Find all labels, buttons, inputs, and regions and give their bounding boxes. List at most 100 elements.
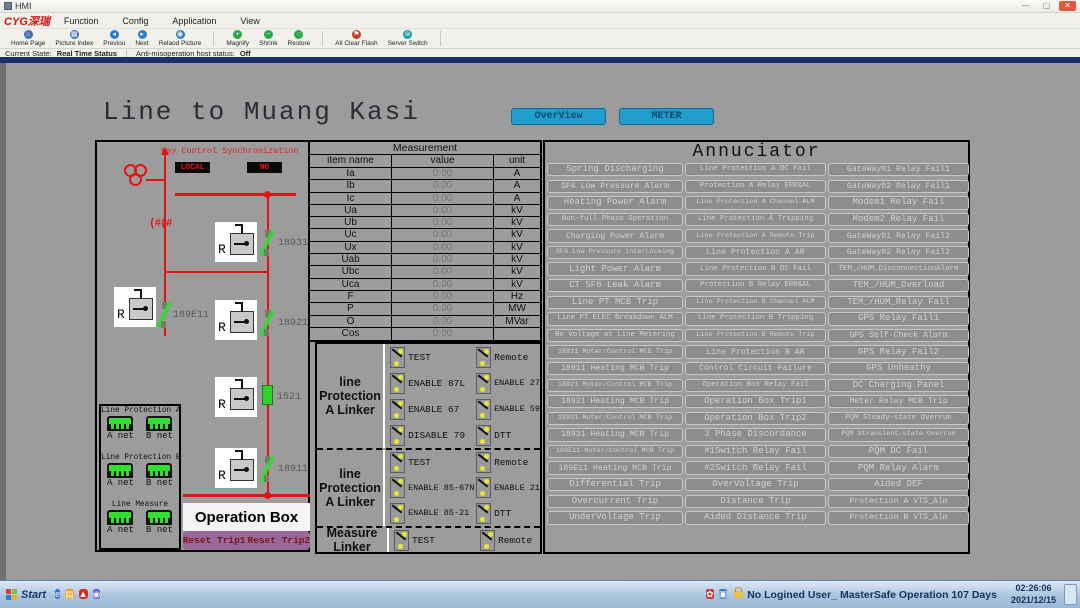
linker-switch-icon[interactable]: [480, 530, 495, 551]
annunciator-meter-relay-mcb-trip[interactable]: Meter Relay MCB Trip: [828, 395, 969, 408]
breaker-control-1521[interactable]: R: [215, 377, 257, 417]
disconnector-189E11[interactable]: [157, 302, 171, 328]
linker-switch-icon[interactable]: [390, 452, 405, 473]
breaker-control-18921[interactable]: R: [215, 300, 257, 340]
shield-icon[interactable]: ▲: [79, 589, 88, 599]
toolbar-previou[interactable]: ◂Previou: [103, 30, 125, 47]
annunciator-189e11-heating-mcb-trip[interactable]: 189E11 Heating MCB Trip: [547, 461, 683, 474]
disconnector-18911[interactable]: [260, 456, 274, 482]
menu-function[interactable]: Function: [64, 16, 99, 26]
ie-icon[interactable]: e: [55, 589, 60, 599]
annunciator-1switch-relay-fail[interactable]: #1Switch Relay Fail: [685, 445, 826, 458]
annunciator-line-protection-a-remote-trip[interactable]: Line Protection A Remote Trip: [685, 229, 826, 242]
annunciator-protection-a-relay-err-al[interactable]: Protection A Relay ERR&AL: [685, 180, 826, 193]
annunciator-no-voltage-at-line-metering[interactable]: No Voltage at Line Metering: [547, 329, 683, 342]
annunciator-pqm-dc-fail[interactable]: PQM DC Fail: [828, 445, 969, 458]
annunciator-dc-charging-panel[interactable]: DC Charging Panel: [828, 379, 969, 392]
annunciator-gps-unheathy[interactable]: GPS Unheathy: [828, 362, 969, 375]
breaker-control-189E11[interactable]: R: [114, 287, 156, 327]
annunciator-sf6-low-pressure-alarm[interactable]: SF6 Low Pressure Alarm: [547, 180, 683, 193]
menu-view[interactable]: View: [240, 16, 259, 26]
linker-switch-icon[interactable]: [394, 530, 409, 551]
linker-switch-icon[interactable]: [390, 347, 405, 368]
annunciator-18931-moter-control-mcb-trip[interactable]: 18931 Moter/Control MCB Trip: [547, 412, 683, 425]
annunciator-aided-def[interactable]: Aided DEF: [828, 478, 969, 491]
annunciator-modem1-relay-fail[interactable]: Modem1 Relay Fail: [828, 196, 969, 209]
folder-icon[interactable]: ▤: [65, 589, 74, 599]
annunciator-line-protection-b-remote-trip[interactable]: Line Protection B Remote Trip: [685, 329, 826, 342]
meter-button[interactable]: METER: [619, 108, 714, 125]
annunciator-non-full-phase-operation[interactable]: Non-full Phase Operation: [547, 213, 683, 226]
linker-switch-icon[interactable]: [390, 425, 405, 446]
linker-switch-icon[interactable]: [476, 399, 491, 420]
annunciator-line-protection-b-dc-fail[interactable]: Line Protection B DC Fail: [685, 262, 826, 275]
annunciator-overvoltage-trip[interactable]: OverVoltage Trip: [685, 478, 826, 491]
annunciator-gps-relay-fail2[interactable]: GPS Relay Fail2: [828, 345, 969, 358]
toolbar-magnify[interactable]: +Magnify: [226, 30, 249, 47]
breaker-control-18911[interactable]: R: [215, 448, 257, 488]
annunciator-distance-trip[interactable]: Distance Trip: [685, 495, 826, 508]
pinwheel-icon[interactable]: ✿: [706, 589, 714, 599]
annunciator-tem-hum-overload[interactable]: TEM_/HUM_Overload: [828, 279, 969, 292]
annunciator-control-circuit-failure[interactable]: Control Circuit Failure: [685, 362, 826, 375]
toolbar-restore[interactable]: ◌Restore: [288, 30, 311, 47]
annunciator-line-protection-a-dc-fail[interactable]: Line Protection A DC Fail: [685, 163, 826, 176]
linker-switch-icon[interactable]: [476, 425, 491, 446]
toolbar-relaod-picture[interactable]: ◉Relaod Picture: [159, 30, 202, 47]
annunciator-18931-heating-mcb-trip[interactable]: 18931 Heating MCB Trip: [547, 428, 683, 441]
linker-switch-icon[interactable]: [390, 399, 405, 420]
annunciator-charging-power-alarm[interactable]: Charging Power Alarm: [547, 229, 683, 242]
annunciator-protection-b-vts-alm[interactable]: Protection B VTS_Alm: [828, 511, 969, 524]
messenger-icon[interactable]: ▣: [719, 589, 728, 599]
toolbar-server-switch[interactable]: ⊜Server Switch: [388, 30, 428, 47]
annunciator-ct-sf6-leak-alarm[interactable]: CT SF6 Leak Alarm: [547, 279, 683, 292]
annunciator-aided-distance-trip[interactable]: Aided Distance Trip: [685, 511, 826, 524]
linker-switch-icon[interactable]: [476, 373, 491, 394]
annunciator-line-pt-elec-breakdown-alm[interactable]: Line PT ELEC Breakdown ALM: [547, 312, 683, 325]
reset-trip1-button[interactable]: Reset Trip1: [183, 535, 246, 546]
annunciator-gps-relay-fail1[interactable]: GPS Relay Fail1: [828, 312, 969, 325]
annunciator-differential-trip[interactable]: Differential Trip: [547, 478, 683, 491]
annunciator-spring-discharging[interactable]: Spring Discharging: [547, 163, 683, 176]
linker-switch-icon[interactable]: [476, 452, 491, 473]
close-icon[interactable]: ✕: [1059, 1, 1076, 11]
circuit-breaker-1521[interactable]: [262, 385, 273, 405]
annunciator-operation-box-trip2[interactable]: Operation Box Trip2: [685, 412, 826, 425]
annunciator-gateway02-relay-fail2[interactable]: GateWay02 Relay Fail2: [828, 246, 969, 259]
annunciator-line-protection-b-ar[interactable]: Line Protection B AR: [685, 345, 826, 358]
annunciator-overcurrent-trip[interactable]: Overcurrent Trip: [547, 495, 683, 508]
annunciator-line-protection-a-channel-alm[interactable]: Line Protection A Channel ALM: [685, 196, 826, 209]
annunciator-gateway01-relay-fail1[interactable]: GateWay01 Relay Fail1: [828, 163, 969, 176]
reset-trip2-button[interactable]: Reset Trip2: [248, 535, 311, 546]
annunciator-protection-a-vts-alm[interactable]: Protection A VTS_Alm: [828, 495, 969, 508]
linker-switch-icon[interactable]: [390, 373, 405, 394]
linker-switch-icon[interactable]: [476, 347, 491, 368]
media-icon[interactable]: ◉: [93, 589, 101, 599]
annunciator-heating-power-alarm[interactable]: Heating Power Alarm: [547, 196, 683, 209]
annunciator-18921-moter-control-mcb-trip[interactable]: 18921 Moter/Control MCB Trip: [547, 379, 683, 392]
maximize-icon[interactable]: ▢: [1038, 1, 1055, 11]
annunciator-line-protection-b-channel-alm[interactable]: Line Protection B Channel ALM: [685, 296, 826, 309]
annunciator-pqm-steady-state-overrun[interactable]: PQM Steady-state Overrun: [828, 412, 969, 425]
annunciator-line-pt-mcb-trip[interactable]: Line PT MCB Trip: [547, 296, 683, 309]
annunciator-line-protection-b-tripping[interactable]: Line Protection B Tripping: [685, 312, 826, 325]
annunciator-2switch-relay-fail[interactable]: #2Switch Relay Fail: [685, 461, 826, 474]
annunciator-tem-hum-relay-fail[interactable]: TEM_/HUM_Relay Fail: [828, 296, 969, 309]
toolbar-shrink[interactable]: −Shrink: [259, 30, 277, 47]
breaker-control-18931[interactable]: R: [215, 222, 257, 262]
overview-button[interactable]: OverView: [511, 108, 606, 125]
annunciator-pqm-stransient-state-overrun[interactable]: PQM Stransient-state Overrun: [828, 428, 969, 441]
annunciator-18911-moter-control-mcb-trip[interactable]: 18911 Moter/Control MCB Trip: [547, 345, 683, 358]
annunciator-sf6-low-pressure-interlocking[interactable]: SF6 Low Pressure interLocking: [547, 246, 683, 259]
toolbar-next[interactable]: ▸Next: [135, 30, 148, 47]
menu-config[interactable]: Config: [122, 16, 148, 26]
annunciator-modem2-relay-fail[interactable]: Modem2 Relay Fail: [828, 213, 969, 226]
toolbar-picture-index[interactable]: ▦Picture Index: [55, 30, 93, 47]
toolbar-all-clear-flash[interactable]: ⚑All Clear Flash: [335, 30, 377, 47]
annunciator-operation-box-relay-fail[interactable]: Operation Box Relay Fail: [685, 379, 826, 392]
annunciator-18911-heating-mcb-trip[interactable]: 18911 Heating MCB Trip: [547, 362, 683, 375]
annunciator-pqm-relay-alarm[interactable]: PQM Relay Alarm: [828, 461, 969, 474]
annunciator-gateway02-relay-fail1[interactable]: GateWay02 Relay Fail1: [828, 180, 969, 193]
show-desktop-button[interactable]: [1064, 584, 1077, 605]
annunciator-line-protection-a-tripping[interactable]: Line Protection A Tripping: [685, 213, 826, 226]
